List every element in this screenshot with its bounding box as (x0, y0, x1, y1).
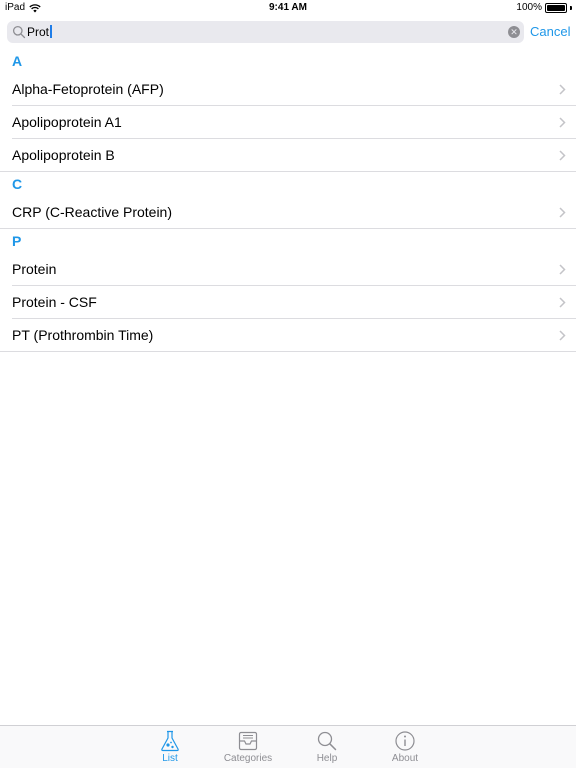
search-input[interactable]: Prot (27, 23, 497, 41)
list-item-label: Protein (12, 261, 57, 277)
list-item-label: Apolipoprotein A1 (12, 114, 122, 130)
chevron-right-icon (559, 330, 566, 341)
clear-search-button[interactable]: ✕ (508, 26, 520, 38)
status-bar: iPad 9:41 AM 100% (0, 0, 576, 16)
status-right: 100% (516, 0, 572, 16)
tab-help[interactable]: Help (292, 726, 362, 768)
chevron-right-icon (559, 84, 566, 95)
list-item[interactable]: Apolipoprotein A1 (0, 106, 576, 139)
battery-percent: 100% (516, 2, 542, 13)
screen: iPad 9:41 AM 100% Prot ✕ Cancel A Alpha-… (0, 0, 576, 768)
tab-categories[interactable]: Categories (213, 726, 283, 768)
list-item[interactable]: PT (Prothrombin Time) (0, 319, 576, 352)
search-field[interactable]: Prot ✕ (7, 21, 524, 43)
list-item-label: Alpha-Fetoprotein (AFP) (12, 81, 164, 97)
tab-list[interactable]: List (135, 726, 205, 768)
flask-icon (161, 730, 179, 752)
tab-bar: List Categories Help About (0, 725, 576, 768)
chevron-right-icon (559, 264, 566, 275)
tab-about[interactable]: About (370, 726, 440, 768)
close-icon: ✕ (510, 27, 518, 37)
battery-tip (570, 6, 572, 10)
list-item-label: Apolipoprotein B (12, 147, 115, 163)
results-list: A Alpha-Fetoprotein (AFP) Apolipoprotein… (0, 49, 576, 352)
info-icon (395, 731, 415, 751)
list-item[interactable]: Protein - CSF (0, 286, 576, 319)
section-header-a: A (12, 53, 23, 69)
section-header-c: C (12, 176, 23, 192)
magnifier-icon (317, 731, 337, 751)
chevron-right-icon (559, 117, 566, 128)
list-item[interactable]: Alpha-Fetoprotein (AFP) (0, 73, 576, 106)
section-header-p: P (12, 233, 22, 249)
search-value: Prot (27, 25, 50, 39)
tab-about-label: About (391, 753, 419, 764)
text-caret (50, 25, 52, 38)
cancel-button[interactable]: Cancel (530, 23, 570, 41)
tab-list-label: List (162, 753, 178, 764)
list-item[interactable]: CRP (C-Reactive Protein) (0, 196, 576, 229)
tab-help-label: Help (316, 753, 338, 764)
tray-icon (238, 731, 258, 751)
list-item-label: CRP (C-Reactive Protein) (12, 204, 173, 220)
tab-categories-label: Categories (223, 753, 273, 764)
search-row: Prot ✕ Cancel (7, 21, 570, 43)
chevron-right-icon (559, 297, 566, 308)
list-item-label: Protein - CSF (12, 294, 97, 310)
clock: 9:41 AM (269, 2, 307, 13)
list-item-label: PT (Prothrombin Time) (12, 327, 154, 343)
chevron-right-icon (559, 150, 566, 161)
list-item[interactable]: Apolipoprotein B (0, 139, 576, 172)
chevron-right-icon (559, 207, 566, 218)
list-item[interactable]: Protein (0, 253, 576, 286)
battery-icon (545, 3, 567, 13)
search-icon (12, 25, 26, 39)
